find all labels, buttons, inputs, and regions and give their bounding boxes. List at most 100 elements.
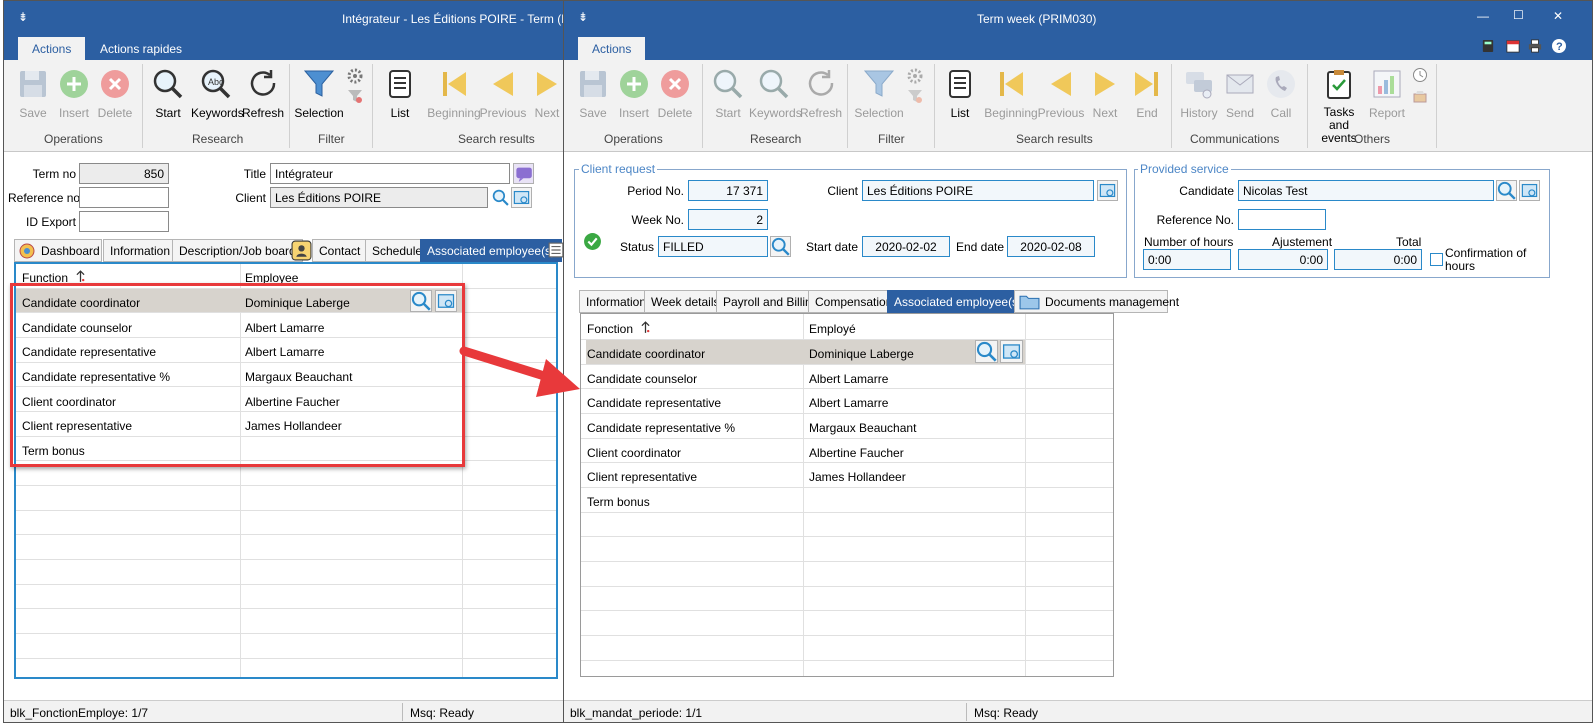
tab-compensation[interactable]: Compensation (808, 290, 900, 313)
start-button[interactable]: Start (145, 66, 191, 120)
delete-button[interactable]: Delete (652, 66, 698, 120)
gear-icon[interactable] (347, 68, 363, 84)
contact-badge-icon (291, 240, 312, 261)
list-button[interactable]: List (937, 66, 983, 120)
call-button[interactable]: Call (1258, 66, 1304, 120)
candidate-field[interactable]: Nicolas Test (1238, 180, 1494, 201)
save-button[interactable]: Save (570, 66, 616, 120)
client-open-button[interactable] (511, 187, 532, 208)
id-export-field[interactable] (79, 211, 169, 232)
calendar-icon[interactable] (1506, 39, 1520, 53)
term-no-field[interactable]: 850 (79, 163, 169, 184)
help-icon[interactable]: ? (1551, 38, 1567, 54)
tab-associated-employees[interactable]: Associated employee(s) (420, 239, 563, 262)
inbox-icon[interactable] (1412, 88, 1428, 104)
ribbon-tab-actions[interactable]: Actions (18, 37, 86, 60)
next-button[interactable]: Next (1082, 66, 1128, 120)
ribbon-tab-actions-rapides[interactable]: Actions rapides (86, 37, 196, 60)
tab-documents-management[interactable]: Documents management (1014, 290, 1179, 313)
tab-description-job-board[interactable]: Description/Job board (172, 239, 303, 262)
start-date-field[interactable]: 2020-02-02 (862, 236, 950, 257)
end-date-field[interactable]: 2020-02-08 (1007, 236, 1095, 257)
tab-dashboard[interactable]: Dashboard (14, 239, 102, 262)
keywords-button[interactable]: Keywords (749, 66, 802, 120)
candidate-open-button[interactable] (1519, 180, 1540, 201)
tab-week-details[interactable]: Week details (644, 290, 727, 313)
selection-button[interactable]: Selection (854, 66, 904, 120)
insert-button[interactable]: Insert (51, 66, 97, 120)
client-field[interactable]: Les Éditions POIRE (862, 180, 1094, 201)
reference-no-field[interactable] (1238, 209, 1326, 230)
table-row-employee[interactable]: Dominique Laberge (809, 347, 914, 361)
sort-ascending-icon[interactable] (76, 270, 85, 283)
keywords-button[interactable]: Abc Keywords (191, 66, 244, 120)
next-button[interactable]: Next (524, 66, 564, 120)
clear-filter-icon[interactable] (907, 88, 923, 104)
maximize-button[interactable]: ☐ (1513, 8, 1524, 22)
delete-button[interactable]: Delete (92, 66, 138, 120)
table-row-employee[interactable]: Albert Lamarre (809, 372, 888, 386)
table-row-employee[interactable]: James Hollandeer (809, 470, 906, 484)
beginning-button[interactable]: Beginning (982, 66, 1040, 120)
adjustment-field[interactable]: 0:00 (1238, 249, 1328, 270)
report-button[interactable]: Report (1364, 66, 1410, 120)
beginning-button[interactable]: Beginning (425, 66, 483, 120)
table-row-function[interactable]: Client representative (587, 470, 697, 484)
table-row-function[interactable]: Client coordinator (587, 446, 681, 460)
week-no-field[interactable]: 2 (688, 209, 768, 230)
employee-search-button[interactable] (975, 340, 998, 363)
tab-information[interactable]: Information (103, 239, 178, 262)
refresh-button[interactable]: Refresh (798, 66, 844, 120)
ribbon-tab-actions[interactable]: Actions (578, 37, 646, 60)
client-field[interactable]: Les Éditions POIRE (270, 187, 488, 208)
search-icon[interactable] (492, 189, 509, 206)
client-open-button[interactable] (1097, 180, 1118, 201)
table-row-employee[interactable]: Albertine Faucher (809, 446, 904, 460)
window-menu-icon[interactable]: ⇟ (578, 10, 588, 24)
previous-button[interactable]: Previous (478, 66, 528, 120)
clock-icon[interactable] (1412, 67, 1428, 83)
column-header-employee[interactable]: Employé (809, 322, 856, 336)
reference-no-field[interactable] (79, 187, 169, 208)
tab-contact[interactable]: Contact (312, 239, 368, 262)
candidate-search-button[interactable] (1496, 180, 1517, 201)
printer-icon[interactable] (1528, 39, 1542, 53)
insert-button[interactable]: Insert (611, 66, 657, 120)
table-row-function[interactable]: Candidate counselor (587, 372, 697, 386)
window-menu-icon[interactable]: ⇟ (18, 10, 28, 24)
table-row-function[interactable]: Candidate coordinator (587, 347, 705, 361)
status-field[interactable]: FILLED (658, 236, 768, 257)
number-of-hours-field[interactable]: 0:00 (1143, 249, 1231, 270)
confirmation-checkbox[interactable] (1430, 253, 1443, 266)
gear-icon[interactable] (907, 68, 923, 84)
previous-button[interactable]: Previous (1036, 66, 1086, 120)
more-tabs-icon[interactable] (548, 242, 564, 258)
table-row-function[interactable]: Candidate representative % (587, 421, 735, 435)
title-field[interactable]: Intégrateur (270, 163, 510, 184)
table-row-function[interactable]: Term bonus (587, 495, 650, 509)
period-no-field[interactable]: 17 371 (688, 180, 768, 201)
close-button[interactable]: ✕ (1553, 9, 1563, 23)
table-row-employee[interactable]: Margaux Beauchant (809, 421, 916, 435)
list-button[interactable]: List (377, 66, 423, 120)
comment-button[interactable] (513, 163, 534, 184)
minimize-button[interactable]: — (1477, 9, 1489, 23)
calculator-icon[interactable] (1482, 39, 1494, 53)
end-button[interactable]: End (1124, 66, 1170, 120)
table-row-function[interactable]: Candidate representative (587, 396, 721, 410)
history-button[interactable]: History (1176, 66, 1222, 120)
employee-open-button[interactable] (1000, 340, 1023, 363)
column-header-function[interactable]: Fonction (587, 322, 633, 336)
table-row-employee[interactable]: Albert Lamarre (809, 396, 888, 410)
start-button[interactable]: Start (705, 66, 751, 120)
sort-ascending-icon[interactable] (641, 321, 650, 334)
tab-information[interactable]: Information (579, 290, 654, 313)
clear-filter-icon[interactable] (347, 88, 363, 104)
save-button[interactable]: Save (10, 66, 56, 120)
send-button[interactable]: Send (1217, 66, 1263, 120)
status-search-button[interactable] (770, 236, 791, 257)
refresh-button[interactable]: Refresh (240, 66, 286, 120)
tab-associated-employees[interactable]: Associated employee(s) (887, 290, 1030, 313)
selection-button[interactable]: Selection (294, 66, 344, 120)
total-field[interactable]: 0:00 (1334, 249, 1422, 270)
